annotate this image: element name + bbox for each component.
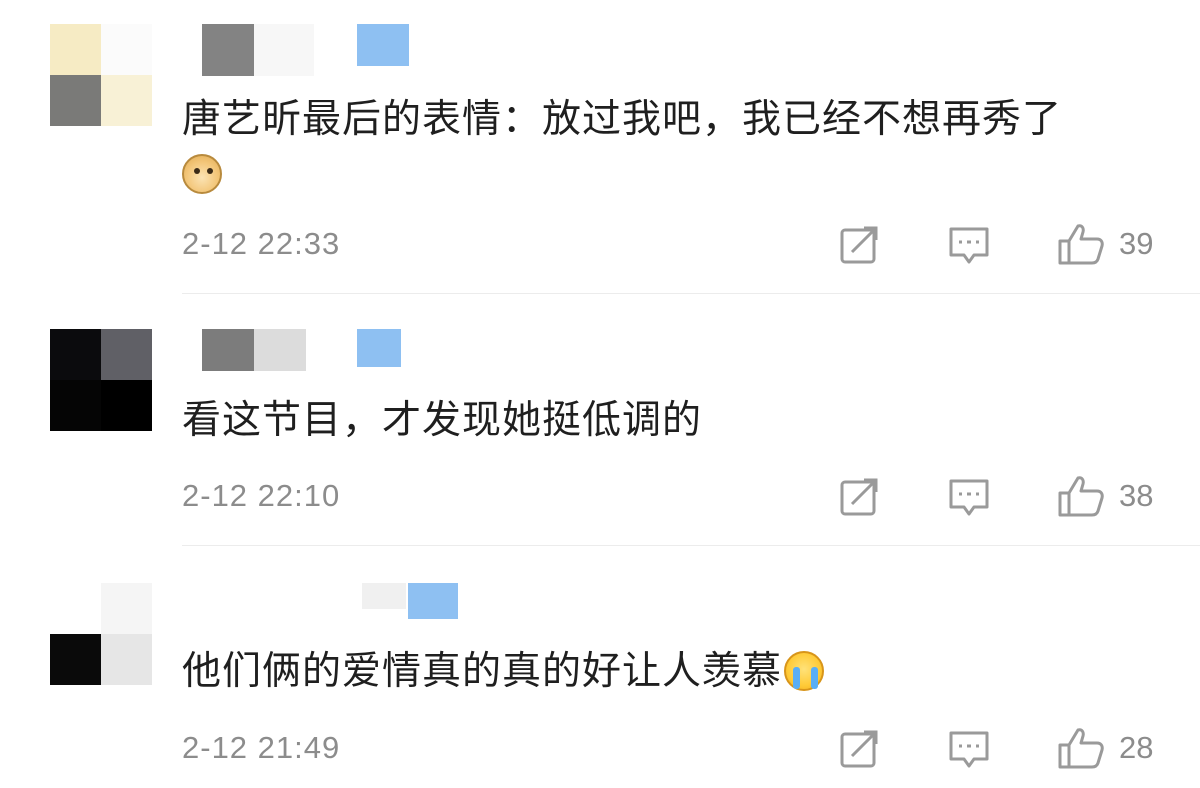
comment-item: 唐艺昕最后的表情：放过我吧，我已经不想再秀了 2-12 22:33 39: [0, 0, 1200, 295]
divider: [182, 293, 1200, 294]
username[interactable]: [202, 329, 412, 381]
reply-button[interactable]: [948, 730, 990, 770]
avatar[interactable]: [50, 329, 152, 431]
reply-button[interactable]: [948, 226, 990, 266]
thumbs-up-icon: [1058, 224, 1104, 265]
comment-item: 看这节目，才发现她挺低调的 2-12 22:10 38: [0, 295, 1200, 547]
share-icon: [840, 730, 878, 768]
comment-time: 2-12 22:33: [182, 226, 341, 261]
comment-icon: [949, 227, 989, 264]
comment-time: 2-12 21:49: [182, 730, 341, 765]
username[interactable]: [202, 24, 412, 76]
comment-text: 唐艺昕最后的表情：放过我吧，我已经不想再秀了: [182, 94, 1182, 198]
comment-icon: [949, 731, 989, 768]
like-button[interactable]: 38: [1057, 474, 1153, 518]
like-count: 38: [1119, 478, 1154, 513]
share-button[interactable]: [838, 476, 880, 518]
share-button[interactable]: [838, 728, 880, 770]
share-icon: [840, 478, 878, 516]
thumbs-up-icon: [1058, 728, 1104, 769]
comment-time: 2-12 22:10: [182, 478, 341, 513]
username[interactable]: [202, 583, 482, 635]
share-button[interactable]: [838, 224, 880, 266]
reply-button[interactable]: [948, 478, 990, 518]
avatar[interactable]: [50, 583, 152, 685]
avatar[interactable]: [50, 24, 152, 126]
like-button[interactable]: 28: [1057, 726, 1153, 770]
comment-text: 他们俩的爱情真的真的好让人羡慕: [182, 646, 825, 698]
crying-emoji: [784, 650, 825, 691]
comment-item: 他们俩的爱情真的真的好让人羡慕 2-12 21:49 28: [0, 547, 1200, 788]
comment-text: 看这节目，才发现她挺低调的: [182, 398, 703, 443]
comment-icon: [949, 479, 989, 516]
like-count: 28: [1119, 730, 1154, 765]
doge-emoji: [182, 153, 222, 194]
divider: [182, 545, 1200, 546]
like-button[interactable]: 39: [1057, 222, 1153, 266]
share-icon: [840, 226, 878, 264]
like-count: 39: [1119, 226, 1154, 261]
thumbs-up-icon: [1058, 476, 1104, 517]
